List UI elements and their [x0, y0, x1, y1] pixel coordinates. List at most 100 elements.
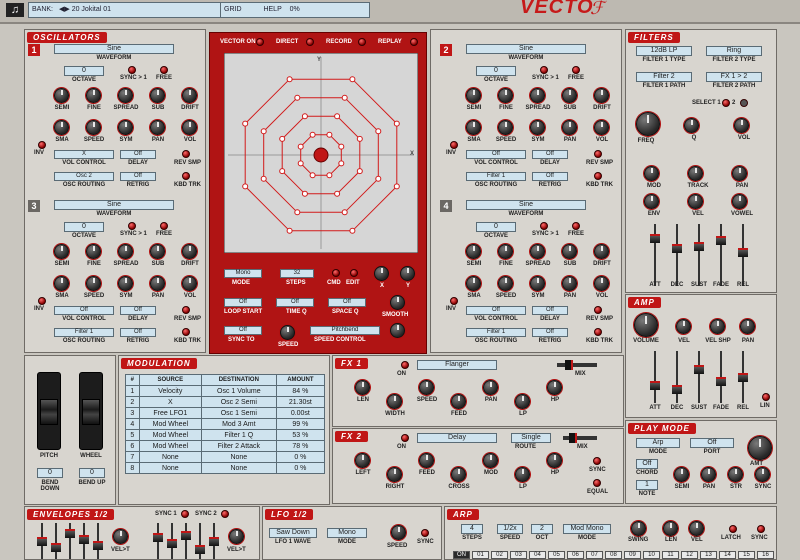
osc-speed-knob[interactable] — [498, 120, 513, 135]
mod-cell[interactable]: Osc 2 Semi — [200, 396, 277, 408]
osc-pan-knob[interactable] — [562, 120, 577, 135]
filter-fade-slider[interactable] — [716, 224, 726, 286]
arp-len-knob[interactable] — [663, 521, 678, 536]
filter-att-slider[interactable] — [650, 224, 660, 286]
vector-path-point[interactable] — [338, 160, 345, 167]
osc-fine-knob[interactable] — [498, 244, 513, 259]
fx1-lp-knob[interactable] — [515, 394, 530, 409]
filter-freq-knob[interactable] — [636, 112, 660, 136]
playmode-mode-select[interactable]: Arp — [636, 438, 680, 448]
fx1-type-select[interactable]: Flanger — [417, 360, 497, 370]
filter-mod-knob[interactable] — [644, 166, 659, 181]
vector-path-point[interactable] — [297, 160, 304, 167]
osc-drift-knob[interactable] — [182, 88, 197, 103]
vector-path-point[interactable] — [286, 76, 293, 83]
osc-sym-knob[interactable] — [530, 120, 545, 135]
smooth-knob[interactable] — [390, 295, 405, 310]
fx2-type-select[interactable]: Delay — [417, 433, 497, 443]
music-note-icon[interactable]: ♫ — [6, 3, 24, 17]
mod-cell[interactable]: Mod 3 Amt — [200, 418, 277, 430]
arp-step-11[interactable]: 11 — [662, 551, 679, 559]
osc-kbd-trk-led[interactable] — [182, 172, 190, 180]
lfo-sync-led[interactable] — [421, 529, 429, 537]
vector-pad[interactable] — [224, 53, 418, 253]
osc-octave-select[interactable]: 0 — [64, 222, 104, 232]
osc-rev-smp-led[interactable] — [594, 150, 602, 158]
fx1-hp-knob[interactable] — [547, 380, 562, 395]
osc-free-led[interactable] — [572, 222, 580, 230]
osc-spread-knob[interactable] — [118, 88, 133, 103]
arp-seq-on-button[interactable]: ON — [453, 551, 470, 559]
osc-inv-led[interactable] — [450, 141, 458, 149]
osc-kbd-trk-led[interactable] — [182, 328, 190, 336]
mod-cell[interactable]: Filter 1 Q — [200, 429, 277, 441]
osc-vol-control-select[interactable]: X — [54, 150, 114, 159]
osc-vol-knob[interactable] — [182, 120, 197, 135]
vector-path-point[interactable] — [294, 94, 301, 101]
envelope-slider[interactable] — [167, 523, 177, 559]
fx2-right-knob[interactable] — [387, 467, 402, 482]
osc-drift-knob[interactable] — [182, 244, 197, 259]
fx2-sync-led[interactable] — [593, 457, 601, 465]
osc-octave-select[interactable]: 0 — [476, 66, 516, 76]
amp-fade-slider[interactable] — [716, 351, 726, 403]
vector-path-point[interactable] — [349, 76, 356, 83]
amp-att-slider[interactable] — [650, 351, 660, 403]
arp-sync-led[interactable] — [757, 525, 765, 533]
osc-waveform-select[interactable]: Sine — [466, 44, 586, 54]
arp-step-15[interactable]: 15 — [738, 551, 755, 559]
vector-path-point[interactable] — [286, 227, 293, 234]
fx2-mod-knob[interactable] — [483, 453, 498, 468]
vector-x-knob[interactable] — [374, 266, 389, 281]
mod-row[interactable]: 8 None None 0 % — [125, 462, 326, 474]
lfo-speed-knob[interactable] — [391, 525, 406, 540]
osc-sma-knob[interactable] — [466, 120, 481, 135]
osc-sym-knob[interactable] — [118, 276, 133, 291]
vector-path-point[interactable] — [356, 135, 363, 142]
osc-delay-select[interactable]: Off — [532, 150, 568, 159]
arp-step-09[interactable]: 09 — [624, 551, 641, 559]
replay-led[interactable] — [410, 38, 418, 46]
osc-sync-led[interactable] — [128, 66, 136, 74]
osc-vol-knob[interactable] — [182, 276, 197, 291]
filter-select-2-led[interactable] — [740, 99, 748, 107]
osc-delay-select[interactable]: Off — [120, 150, 156, 159]
arp-step-08[interactable]: 08 — [605, 551, 622, 559]
osc-spread-knob[interactable] — [118, 244, 133, 259]
osc-semi-knob[interactable] — [466, 88, 481, 103]
arp-speed-select[interactable]: 1/2x — [497, 524, 523, 534]
envelope-slider[interactable] — [37, 523, 47, 559]
mod-row[interactable]: 4 Mod Wheel Mod 3 Amt 99 % — [125, 418, 326, 430]
filter-track-knob[interactable] — [688, 166, 703, 181]
osc-vol-control-select[interactable]: Off — [466, 150, 526, 159]
osc-vol-knob[interactable] — [594, 276, 609, 291]
chord-select[interactable]: Off — [636, 459, 658, 469]
filter-dec-slider[interactable] — [672, 224, 682, 286]
vector-path-point[interactable] — [356, 168, 363, 175]
arp-step-03[interactable]: 03 — [510, 551, 527, 559]
osc-rev-smp-led[interactable] — [594, 306, 602, 314]
vector-speed-knob[interactable] — [280, 325, 295, 340]
mod-cell[interactable]: Free LFO1 — [138, 407, 202, 419]
osc-octave-select[interactable]: 0 — [64, 66, 104, 76]
osc-semi-knob[interactable] — [54, 244, 69, 259]
playmode-sync-knob[interactable] — [755, 467, 770, 482]
osc-sub-knob[interactable] — [562, 88, 577, 103]
vector-path-point[interactable] — [334, 113, 341, 120]
filter-q-knob[interactable] — [684, 118, 699, 133]
osc-free-led[interactable] — [160, 222, 168, 230]
arp-step-16[interactable]: 16 — [757, 551, 774, 559]
envelope-slider[interactable] — [209, 523, 219, 559]
osc-sync-led[interactable] — [128, 222, 136, 230]
amp-vel-shp-knob[interactable] — [710, 319, 725, 334]
mod-cell[interactable]: 21.30st — [275, 396, 326, 408]
mod-cell[interactable]: None — [200, 451, 277, 463]
osc-semi-knob[interactable] — [54, 88, 69, 103]
amp-pan-knob[interactable] — [740, 319, 755, 334]
osc-vol-control-select[interactable]: Off — [466, 306, 526, 315]
osc-routing-select[interactable]: Filter 1 — [54, 328, 114, 337]
env1-vel-knob[interactable] — [113, 529, 128, 544]
filter-rel-slider[interactable] — [738, 224, 748, 286]
envelope-slider[interactable] — [195, 523, 205, 559]
mod-wheel[interactable] — [79, 372, 103, 450]
